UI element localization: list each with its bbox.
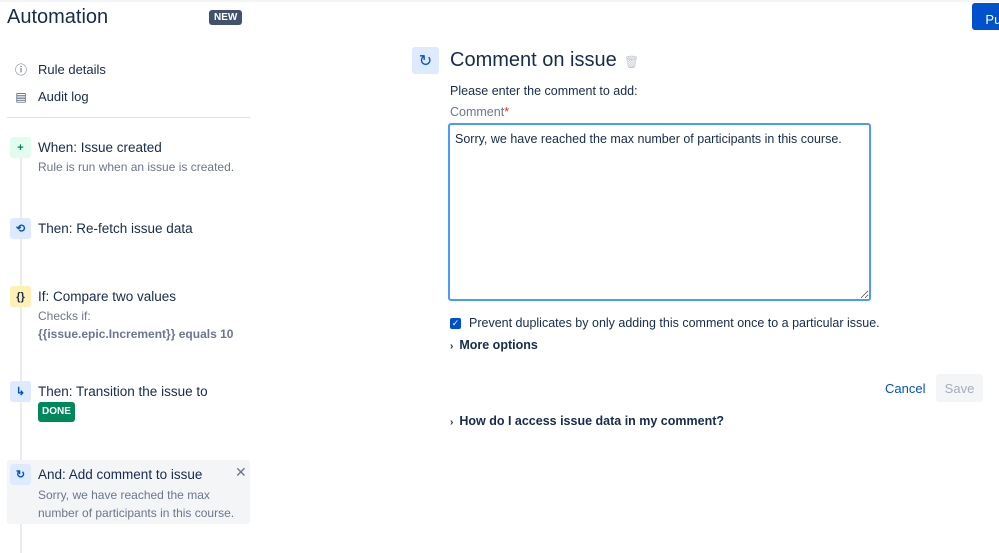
document-icon: ▤ xyxy=(15,89,27,104)
info-icon: ⓘ xyxy=(14,63,27,77)
save-button[interactable]: Save xyxy=(936,374,983,402)
step-description: Sorry, we have reached the max number of … xyxy=(38,486,234,522)
nav-rule-details[interactable]: ⓘ Rule details xyxy=(14,61,106,78)
plus-icon: + xyxy=(10,137,31,158)
status-badge-done: DONE xyxy=(38,402,75,422)
more-options-toggle[interactable]: › More options xyxy=(450,338,538,352)
nav-audit-log[interactable]: ▤ Audit log xyxy=(14,89,89,104)
nav-label: Audit log xyxy=(38,89,89,104)
desc-line: Sorry, we have reached the max xyxy=(38,488,210,502)
step-heading: If: Compare two values xyxy=(38,289,177,304)
cancel-button[interactable]: Cancel xyxy=(885,381,925,396)
page-title: Automation xyxy=(7,6,109,28)
prompt-label: Please enter the comment to add: xyxy=(450,84,638,98)
toggle-label: More options xyxy=(459,338,538,352)
step-heading: Then: Re-fetch issue data xyxy=(38,221,193,236)
publish-button[interactable]: Pub xyxy=(972,3,999,30)
chevron-right-icon: › xyxy=(450,341,454,352)
step-description: Checks if: {{issue.epic.Increment}} equal… xyxy=(38,307,233,343)
comment-icon: ↻ xyxy=(10,464,31,485)
top-border xyxy=(0,0,999,2)
comment-textarea[interactable] xyxy=(448,123,871,301)
refresh-icon: ⟲ xyxy=(10,218,31,239)
step-heading: When: Issue created xyxy=(38,140,162,155)
new-badge: NEW xyxy=(209,10,243,25)
panel-title: Comment on issue xyxy=(450,49,617,71)
chevron-right-icon: › xyxy=(450,417,454,428)
transition-icon: ↳ xyxy=(10,381,31,402)
comment-label: Comment* xyxy=(450,105,509,119)
comment-add-icon: ↻ xyxy=(412,47,439,74)
desc-condition: {{issue.epic.Increment}} equals 10 xyxy=(38,327,234,341)
close-icon[interactable]: ✕ xyxy=(235,464,247,481)
nav-label: Rule details xyxy=(38,62,106,77)
trash-icon[interactable]: 🗑 xyxy=(624,55,639,69)
help-toggle[interactable]: › How do I access issue data in my commen… xyxy=(450,414,724,428)
step-heading: And: Add comment to issue xyxy=(38,467,203,482)
step-description: Rule is run when an issue is created. xyxy=(38,160,235,174)
braces-icon: {} xyxy=(10,286,31,307)
desc-line: number of participants in this course. xyxy=(38,506,235,520)
required-marker: * xyxy=(504,105,510,119)
toggle-label: How do I access issue data in my comment… xyxy=(459,414,725,428)
desc-line: Checks if: xyxy=(38,309,91,323)
step-heading: Then: Transition the issue to xyxy=(38,384,208,399)
checkbox-label: Prevent duplicates by only adding this c… xyxy=(469,316,880,330)
field-label: Comment xyxy=(450,105,505,119)
divider xyxy=(7,117,250,118)
prevent-duplicates-checkbox[interactable]: ✓ Prevent duplicates by only adding this… xyxy=(450,316,880,330)
checkbox-checked-icon[interactable]: ✓ xyxy=(450,317,461,329)
